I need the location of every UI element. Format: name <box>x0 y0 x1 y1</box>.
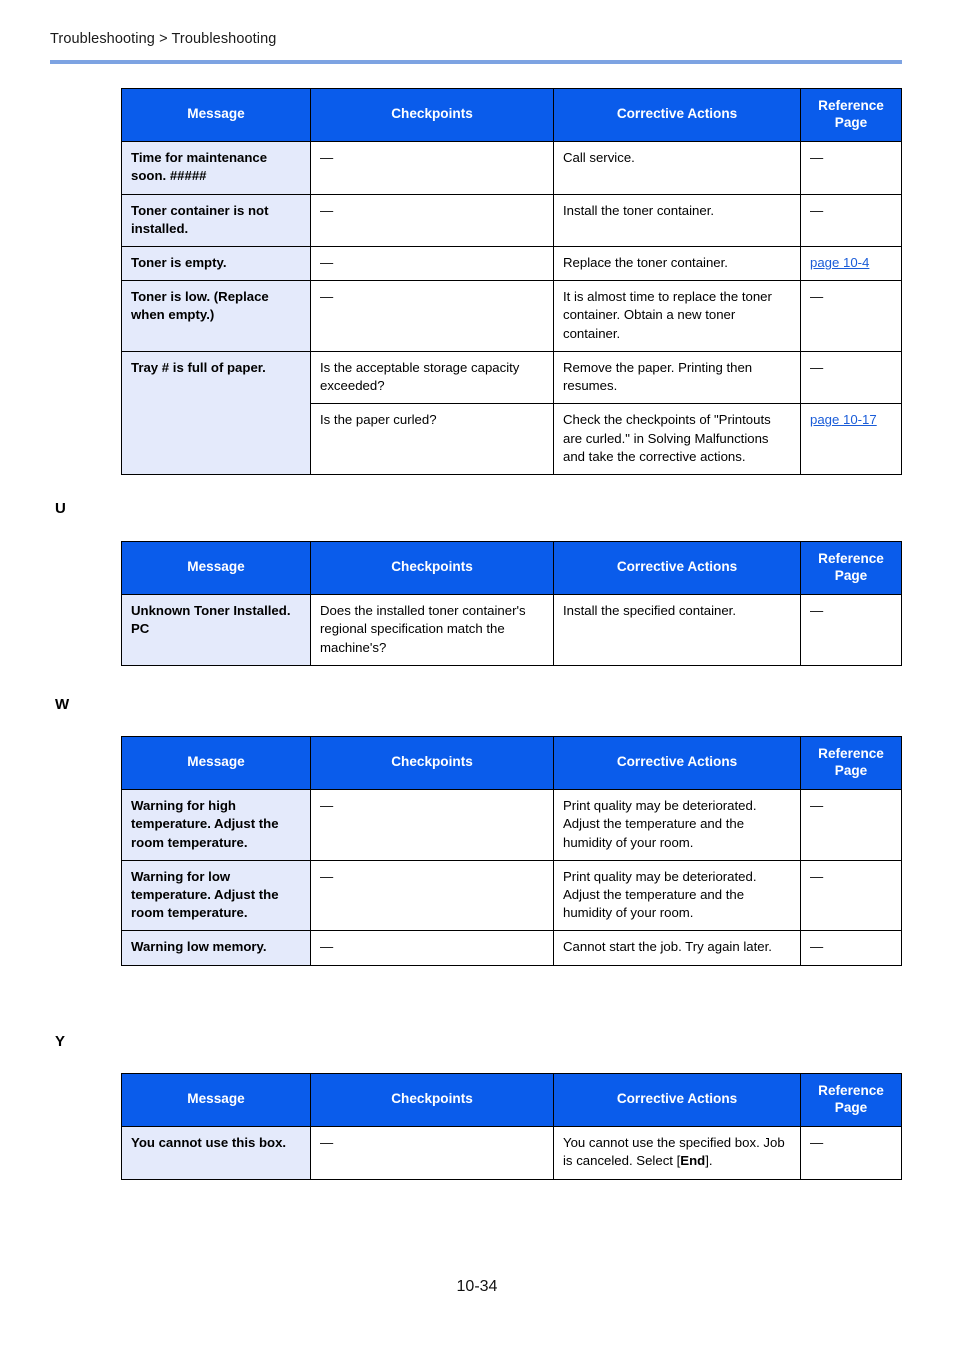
cell-corrective-actions: Install the specified container. <box>553 594 801 666</box>
table-header-row: Message Checkpoints Corrective Actions Refe… <box>121 735 902 791</box>
cell-message: You cannot use this box. <box>121 1126 311 1180</box>
cell-message: Warning low memory. <box>121 930 311 966</box>
message-table-block: Message Checkpoints Corrective Actions Refe… <box>121 735 902 966</box>
table-row: Unknown Toner Installed. PC Does the inst… <box>121 594 902 666</box>
table-row: Toner is empty. — Replace the toner contai… <box>121 246 902 282</box>
table-header-row: Message Checkpoints Corrective Actions Refe… <box>121 1072 902 1128</box>
message-table-block: Message Checkpoints Corrective Actions Refe… <box>121 540 902 666</box>
table-header-row: Message Checkpoints Corrective Actions Refe… <box>121 540 902 596</box>
column-header-reference-page: Reference Page <box>800 1072 902 1128</box>
cell-message: Toner is empty. <box>121 246 311 282</box>
table-row: Toner is low. (Replace when empty.) — It i… <box>121 280 902 352</box>
column-header-corrective-actions: Corrective Actions <box>553 87 801 143</box>
message-table: Message Checkpoints Corrective Actions Refe… <box>121 735 902 966</box>
table-row: Time for maintenance soon. ##### — Call se… <box>121 141 902 195</box>
cell-corrective-actions: Cannot start the job. Try again later. <box>553 930 801 966</box>
cell-corrective-actions: Print quality may be deteriorated. Adjus… <box>553 859 801 932</box>
cell-reference-page: — <box>800 789 902 861</box>
cell-checkpoints: — <box>310 1126 554 1180</box>
emphasis-text: End <box>680 1153 706 1169</box>
table-row: You cannot use this box. — You cannot use … <box>121 1126 902 1180</box>
cell-corrective-actions: It is almost time to replace the toner c… <box>553 280 801 352</box>
cell-reference-page: — <box>800 594 902 666</box>
section-letter-w: W <box>55 696 70 713</box>
cell-corrective-actions: You cannot use the specified box. Job is… <box>553 1126 801 1180</box>
column-header-message: Message <box>121 540 311 596</box>
cell-corrective-actions: Remove the paper. Printing then resumes. <box>553 350 801 405</box>
cell-message: Warning for low temperature. Adjust the … <box>121 859 311 932</box>
cell-checkpoints: — <box>310 930 554 966</box>
message-table: Message Checkpoints Corrective Actions Refe… <box>121 1072 902 1180</box>
cell-corrective-actions: Check the checkpoints of "Printouts are … <box>553 403 801 475</box>
column-header-checkpoints: Checkpoints <box>310 87 554 143</box>
reference-page-link[interactable]: page 10-4 <box>810 255 869 270</box>
column-header-corrective-actions: Corrective Actions <box>553 1072 801 1128</box>
message-table-block: Message Checkpoints Corrective Actions Refe… <box>121 87 902 476</box>
message-table-block: Message Checkpoints Corrective Actions Refe… <box>121 1072 902 1180</box>
cell-message: Tray # is full of paper. <box>121 350 311 476</box>
cell-checkpoints: — <box>310 141 554 195</box>
column-header-reference-page: Reference Page <box>800 540 902 596</box>
cell-corrective-actions: Install the toner container. <box>553 193 801 248</box>
column-header-message: Message <box>121 735 311 791</box>
column-header-checkpoints: Checkpoints <box>310 1072 554 1128</box>
cell-checkpoints: — <box>310 789 554 861</box>
column-header-checkpoints: Checkpoints <box>310 540 554 596</box>
cell-checkpoints: — <box>310 193 554 248</box>
cell-checkpoints: — <box>310 246 554 282</box>
table-row: Warning low memory. — Cannot start the job… <box>121 930 902 966</box>
table-header-row: Message Checkpoints Corrective Actions Refe… <box>121 87 902 143</box>
breadcrumb: Troubleshooting > Troubleshooting <box>50 31 277 47</box>
cell-reference-page[interactable]: page 10-4 <box>800 246 902 282</box>
body-text: ]. <box>705 1153 713 1169</box>
cell-reference-page: — <box>800 930 902 966</box>
document-page: Troubleshooting > Troubleshooting Messag… <box>0 0 954 1350</box>
table-row: Tray # is full of paper. Is the acceptabl… <box>121 350 902 476</box>
message-table: Message Checkpoints Corrective Actions Refe… <box>121 540 902 666</box>
section-letter-y: Y <box>55 1033 66 1050</box>
column-header-corrective-actions: Corrective Actions <box>553 540 801 596</box>
cell-corrective-actions: Print quality may be deteriorated. Adjus… <box>553 789 801 861</box>
cell-checkpoints: Is the acceptable storage capacity excee… <box>310 350 554 405</box>
cell-message: Time for maintenance soon. ##### <box>121 141 311 195</box>
body-text: You cannot use the specified box. Job is… <box>563 1135 785 1169</box>
section-letter-u: U <box>55 500 66 517</box>
cell-corrective-actions: Replace the toner container. <box>553 246 801 282</box>
cell-message: Toner is low. (Replace when empty.) <box>121 280 311 352</box>
cell-checkpoints: Is the paper curled? <box>310 403 554 475</box>
cell-reference-page: — <box>800 193 902 248</box>
column-header-message: Message <box>121 1072 311 1128</box>
cell-message: Toner container is not installed. <box>121 193 311 248</box>
column-header-corrective-actions: Corrective Actions <box>553 735 801 791</box>
cell-reference-page: — <box>800 1126 902 1180</box>
header-divider <box>50 60 902 64</box>
column-header-reference-page: Reference Page <box>800 735 902 791</box>
cell-reference-page: — <box>800 350 902 405</box>
cell-message: Unknown Toner Installed. PC <box>121 594 311 666</box>
cell-corrective-actions: Call service. <box>553 141 801 195</box>
cell-reference-page[interactable]: page 10-17 <box>800 403 902 475</box>
cell-reference-page: — <box>800 141 902 195</box>
table-row: Toner container is not installed. — Instal… <box>121 193 902 248</box>
reference-page-link[interactable]: page 10-17 <box>810 412 877 427</box>
page-number: 10-34 <box>456 1278 498 1295</box>
column-header-message: Message <box>121 87 311 143</box>
cell-checkpoints: Does the installed toner container's reg… <box>310 594 554 666</box>
column-header-checkpoints: Checkpoints <box>310 735 554 791</box>
column-header-reference-page: Reference Page <box>800 87 902 143</box>
cell-checkpoints: — <box>310 280 554 352</box>
table-row: Warning for low temperature. Adjust the … <box>121 859 902 932</box>
cell-reference-page: — <box>800 859 902 932</box>
cell-checkpoints: — <box>310 859 554 932</box>
cell-reference-page: — <box>800 280 902 352</box>
cell-message: Warning for high temperature. Adjust the… <box>121 789 311 861</box>
message-table: Message Checkpoints Corrective Actions Refe… <box>121 87 902 476</box>
table-row: Warning for high temperature. Adjust the… <box>121 789 902 861</box>
